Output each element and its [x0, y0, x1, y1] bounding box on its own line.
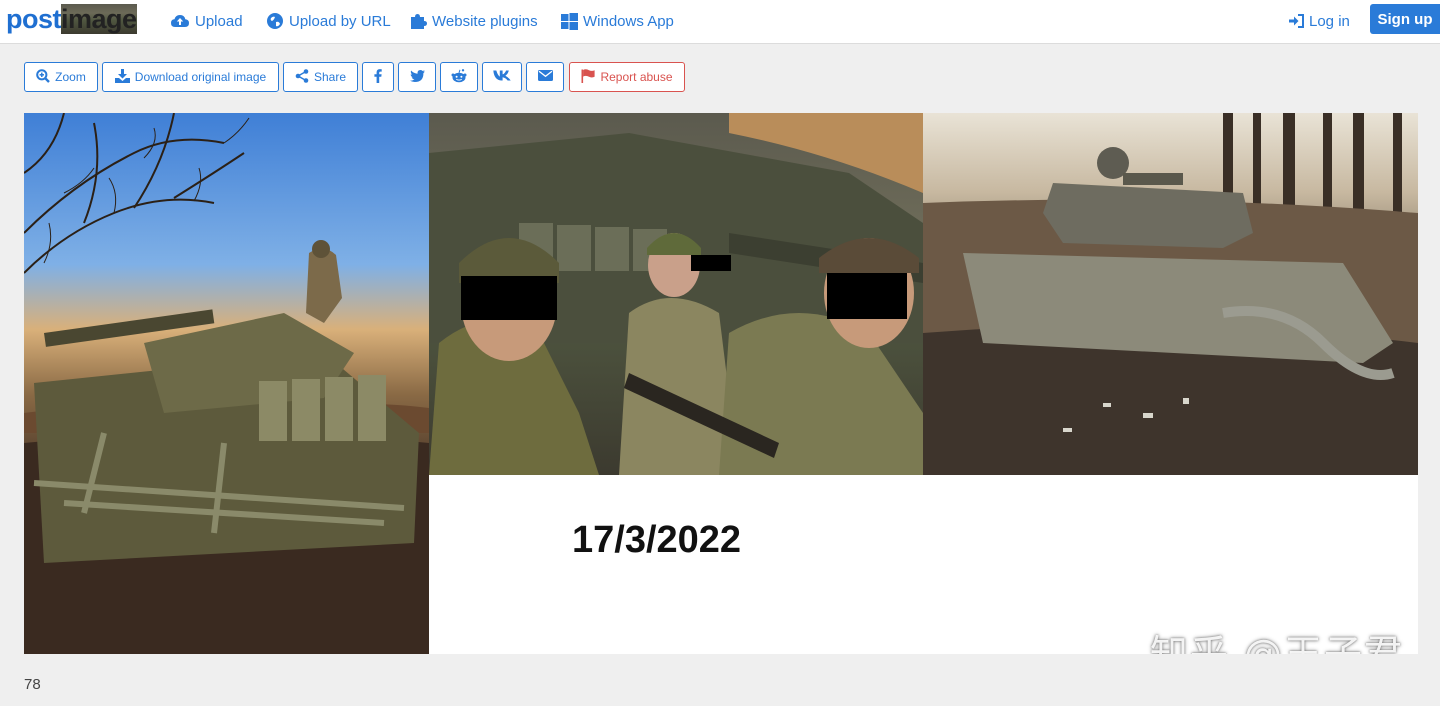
zhihu-watermark: 知乎 @王子君 — [1149, 632, 1404, 654]
share-label: Share — [313, 70, 347, 84]
sign-in-icon — [1289, 14, 1304, 28]
reddit-share-button[interactable] — [440, 62, 478, 92]
email-share-button[interactable] — [526, 62, 564, 92]
zoom-in-icon — [36, 68, 51, 86]
report-abuse-button[interactable]: Report abuse — [569, 62, 685, 92]
photo-panel-soldiers — [429, 113, 923, 475]
nav-login-label: Log in — [1309, 12, 1350, 30]
zoom-label: Zoom — [55, 70, 86, 84]
logo-text-part2: image — [61, 4, 137, 34]
share-icon — [295, 68, 309, 86]
nav-upload-label: Upload — [195, 12, 243, 30]
zoom-button[interactable]: Zoom — [24, 62, 98, 92]
nav-windows-app-label: Windows App — [583, 12, 674, 30]
flag-icon — [581, 68, 596, 86]
puzzle-icon — [409, 12, 427, 30]
facebook-share-button[interactable] — [362, 62, 394, 92]
vk-share-button[interactable] — [482, 62, 522, 92]
download-original-button[interactable]: Download original image — [102, 62, 279, 92]
share-button[interactable]: Share — [283, 62, 358, 92]
image-counter: 78 — [24, 676, 41, 693]
download-icon — [114, 68, 130, 86]
photo-date-caption: 17/3/2022 — [572, 519, 742, 561]
postimage-logo[interactable]: postimage — [6, 4, 137, 34]
nav-windows-app[interactable]: Windows App — [561, 10, 674, 32]
globe-icon — [266, 12, 284, 30]
nav-upload[interactable]: Upload — [170, 10, 243, 32]
nav-upload-by-url[interactable]: Upload by URL — [266, 10, 391, 32]
reddit-icon — [451, 68, 467, 86]
twitter-share-button[interactable] — [398, 62, 436, 92]
twitter-icon — [409, 69, 425, 85]
nav-upload-by-url-label: Upload by URL — [289, 12, 391, 30]
photo-panel-tank-field — [24, 113, 429, 654]
email-icon — [537, 70, 553, 84]
windows-icon — [561, 12, 578, 30]
nav-website-plugins-label: Website plugins — [432, 12, 538, 30]
photo-panel-abandoned-tank — [923, 113, 1418, 475]
report-abuse-label: Report abuse — [600, 70, 673, 84]
vk-icon — [493, 70, 511, 84]
top-navbar: postimage Upload Upload by URL Website p… — [0, 0, 1440, 44]
facebook-icon — [374, 68, 382, 86]
hosted-image[interactable]: 17/3/2022 知乎 @王子君 — [24, 113, 1418, 654]
signup-button[interactable]: Sign up — [1370, 4, 1440, 34]
nav-login[interactable]: Log in — [1289, 10, 1350, 32]
cloud-upload-icon — [170, 13, 190, 29]
nav-website-plugins[interactable]: Website plugins — [409, 10, 538, 32]
download-label: Download original image — [134, 70, 267, 84]
logo-text-part1: post — [6, 4, 62, 34]
